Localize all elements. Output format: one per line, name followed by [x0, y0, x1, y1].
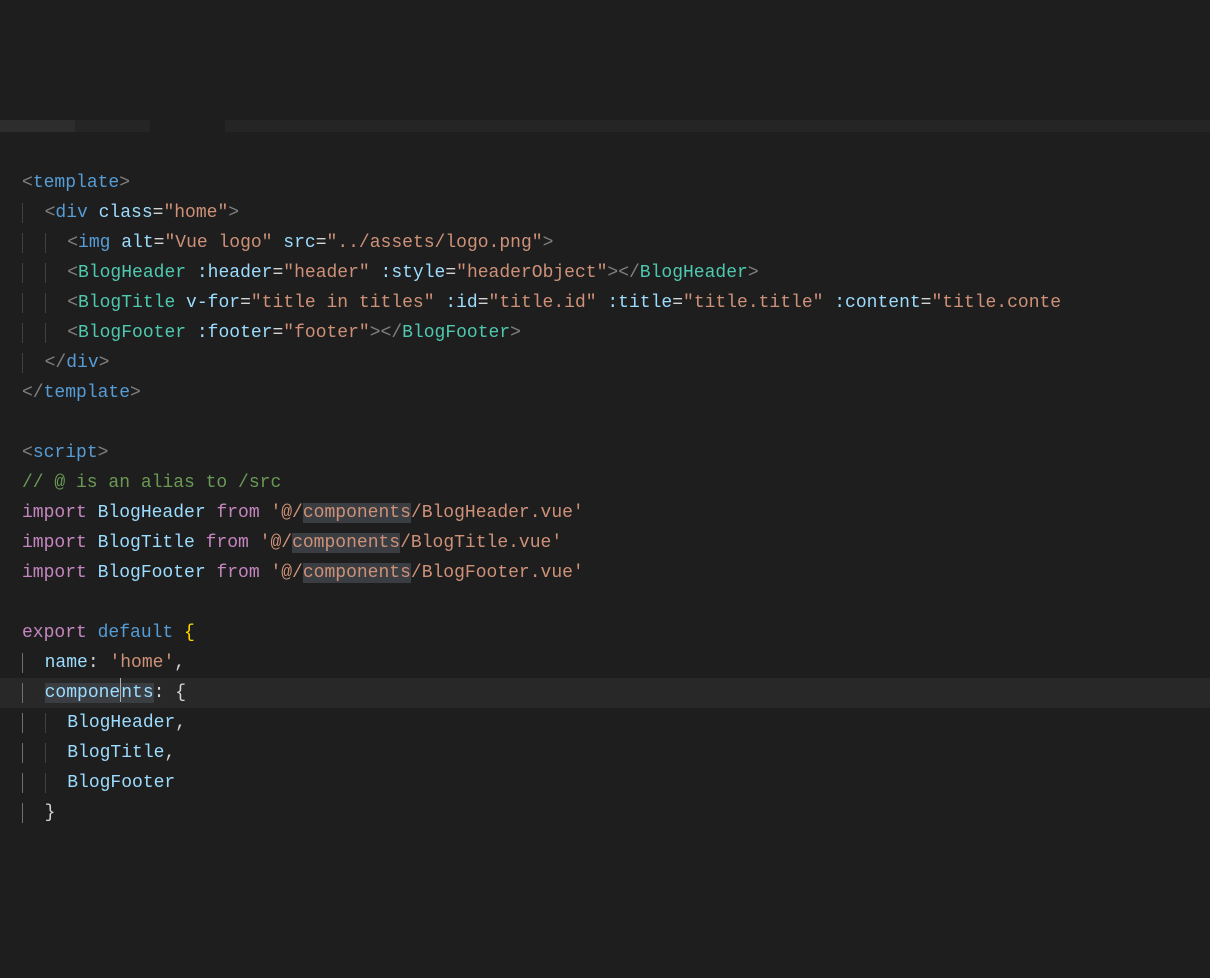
- code-line: </template>: [22, 378, 1210, 408]
- tab-inactive[interactable]: [0, 120, 75, 132]
- code-line: [22, 588, 1210, 618]
- code-line: BlogFooter: [22, 768, 1210, 798]
- code-line: <img alt="Vue logo" src="../assets/logo.…: [22, 228, 1210, 258]
- code-line: <BlogFooter :footer="footer"></BlogFoote…: [22, 318, 1210, 348]
- code-line: BlogHeader,: [22, 708, 1210, 738]
- code-line: </div>: [22, 348, 1210, 378]
- tab-bar[interactable]: [0, 120, 1210, 132]
- code-line: [22, 408, 1210, 438]
- code-line: BlogTitle,: [22, 738, 1210, 768]
- code-line: <BlogHeader :header="header" :style="hea…: [22, 258, 1210, 288]
- code-line: import BlogFooter from '@/components/Blo…: [22, 558, 1210, 588]
- code-line: components: {: [22, 678, 1210, 708]
- code-line: // @ is an alias to /src: [22, 468, 1210, 498]
- code-line: import BlogTitle from '@/components/Blog…: [22, 528, 1210, 558]
- code-line: <script>: [22, 438, 1210, 468]
- code-line: <div class="home">: [22, 198, 1210, 228]
- code-line: export default {: [22, 618, 1210, 648]
- code-line: import BlogHeader from '@/components/Blo…: [22, 498, 1210, 528]
- code-line: <BlogTitle v-for="title in titles" :id="…: [22, 288, 1210, 318]
- tab-active[interactable]: [150, 120, 225, 132]
- code-line: name: 'home',: [22, 648, 1210, 678]
- code-editor[interactable]: <template> <div class="home"> <img alt="…: [0, 162, 1210, 828]
- code-line: }: [22, 798, 1210, 828]
- text-cursor: [120, 678, 121, 702]
- code-line: <template>: [22, 168, 1210, 198]
